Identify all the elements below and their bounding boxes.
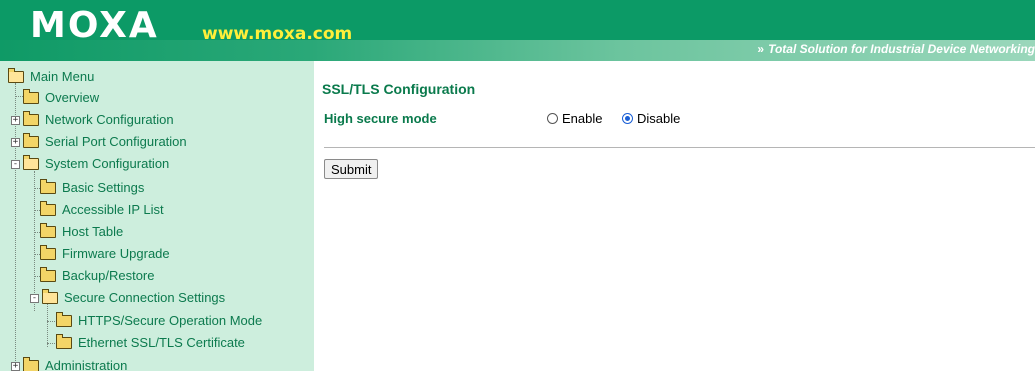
folder-icon — [40, 267, 56, 282]
header-banner: MOXA www.moxa.com » Total Solution for In… — [0, 0, 1035, 61]
sidebar-menu-tree: Main Menu Overview + Network Configurati… — [0, 61, 314, 371]
sidebar-item-label: Main Menu — [30, 69, 95, 84]
tree-connector — [47, 321, 55, 322]
collapse-minus-icon[interactable]: - — [11, 160, 20, 169]
sidebar-item-label: Overview — [45, 90, 100, 105]
high-secure-mode-label: High secure mode — [324, 111, 437, 126]
folder-icon — [40, 179, 56, 194]
folder-icon — [40, 245, 56, 260]
folder-icon — [23, 357, 39, 371]
tree-connector — [15, 83, 16, 369]
folder-open-icon — [42, 289, 58, 304]
disable-radio[interactable] — [622, 113, 633, 124]
sidebar-item-label: Network Configuration — [45, 112, 174, 127]
submit-button[interactable]: Submit — [324, 159, 379, 179]
folder-icon — [40, 201, 56, 216]
enable-radio-label[interactable]: Enable — [562, 111, 602, 126]
sidebar-item-label: System Configuration — [45, 156, 170, 171]
tree-connector — [47, 303, 48, 347]
folder-icon — [56, 312, 72, 327]
sidebar-item-label: Ethernet SSL/TLS Certificate — [78, 335, 245, 350]
folder-icon — [40, 223, 56, 238]
sidebar-item-label: Backup/Restore — [62, 268, 155, 283]
moxa-logo: MOXA — [30, 5, 159, 46]
tree-connector — [34, 171, 35, 311]
expand-plus-icon[interactable]: + — [11, 362, 20, 371]
expand-plus-icon[interactable]: + — [11, 116, 20, 125]
sidebar-item-label: HTTPS/Secure Operation Mode — [78, 313, 263, 328]
folder-icon — [23, 133, 39, 148]
disable-radio-label[interactable]: Disable — [637, 111, 680, 126]
main-content: SSL/TLS Configuration High secure mode E… — [314, 61, 1035, 371]
sidebar-item-label: Administration — [45, 358, 128, 371]
expand-plus-icon[interactable]: + — [11, 138, 20, 147]
sidebar-item-label: Firmware Upgrade — [62, 246, 170, 261]
folder-icon — [23, 89, 39, 104]
double-chevron-right-icon: » — [757, 42, 765, 56]
tagline-text: Total Solution for Industrial Device Net… — [768, 42, 1035, 56]
folder-icon — [56, 334, 72, 349]
tree-connector — [15, 96, 23, 97]
sidebar-item-label: Secure Connection Settings — [64, 290, 226, 305]
collapse-minus-icon[interactable]: - — [30, 294, 39, 303]
enable-radio[interactable] — [547, 113, 558, 124]
tree-connector — [47, 343, 55, 344]
sidebar-item-label: Accessible IP List — [62, 202, 164, 217]
divider — [324, 147, 1035, 148]
page-title: SSL/TLS Configuration — [322, 81, 476, 97]
sidebar-item-label: Host Table — [62, 224, 124, 239]
folder-open-icon — [8, 68, 24, 83]
folder-open-icon — [23, 155, 39, 170]
logo-url: www.moxa.com — [202, 24, 353, 44]
sidebar-item-label: Basic Settings — [62, 180, 145, 195]
sidebar-item-label: Serial Port Configuration — [45, 134, 187, 149]
tagline: » Total Solution for Industrial Device Ne… — [475, 42, 1035, 56]
folder-icon — [23, 111, 39, 126]
